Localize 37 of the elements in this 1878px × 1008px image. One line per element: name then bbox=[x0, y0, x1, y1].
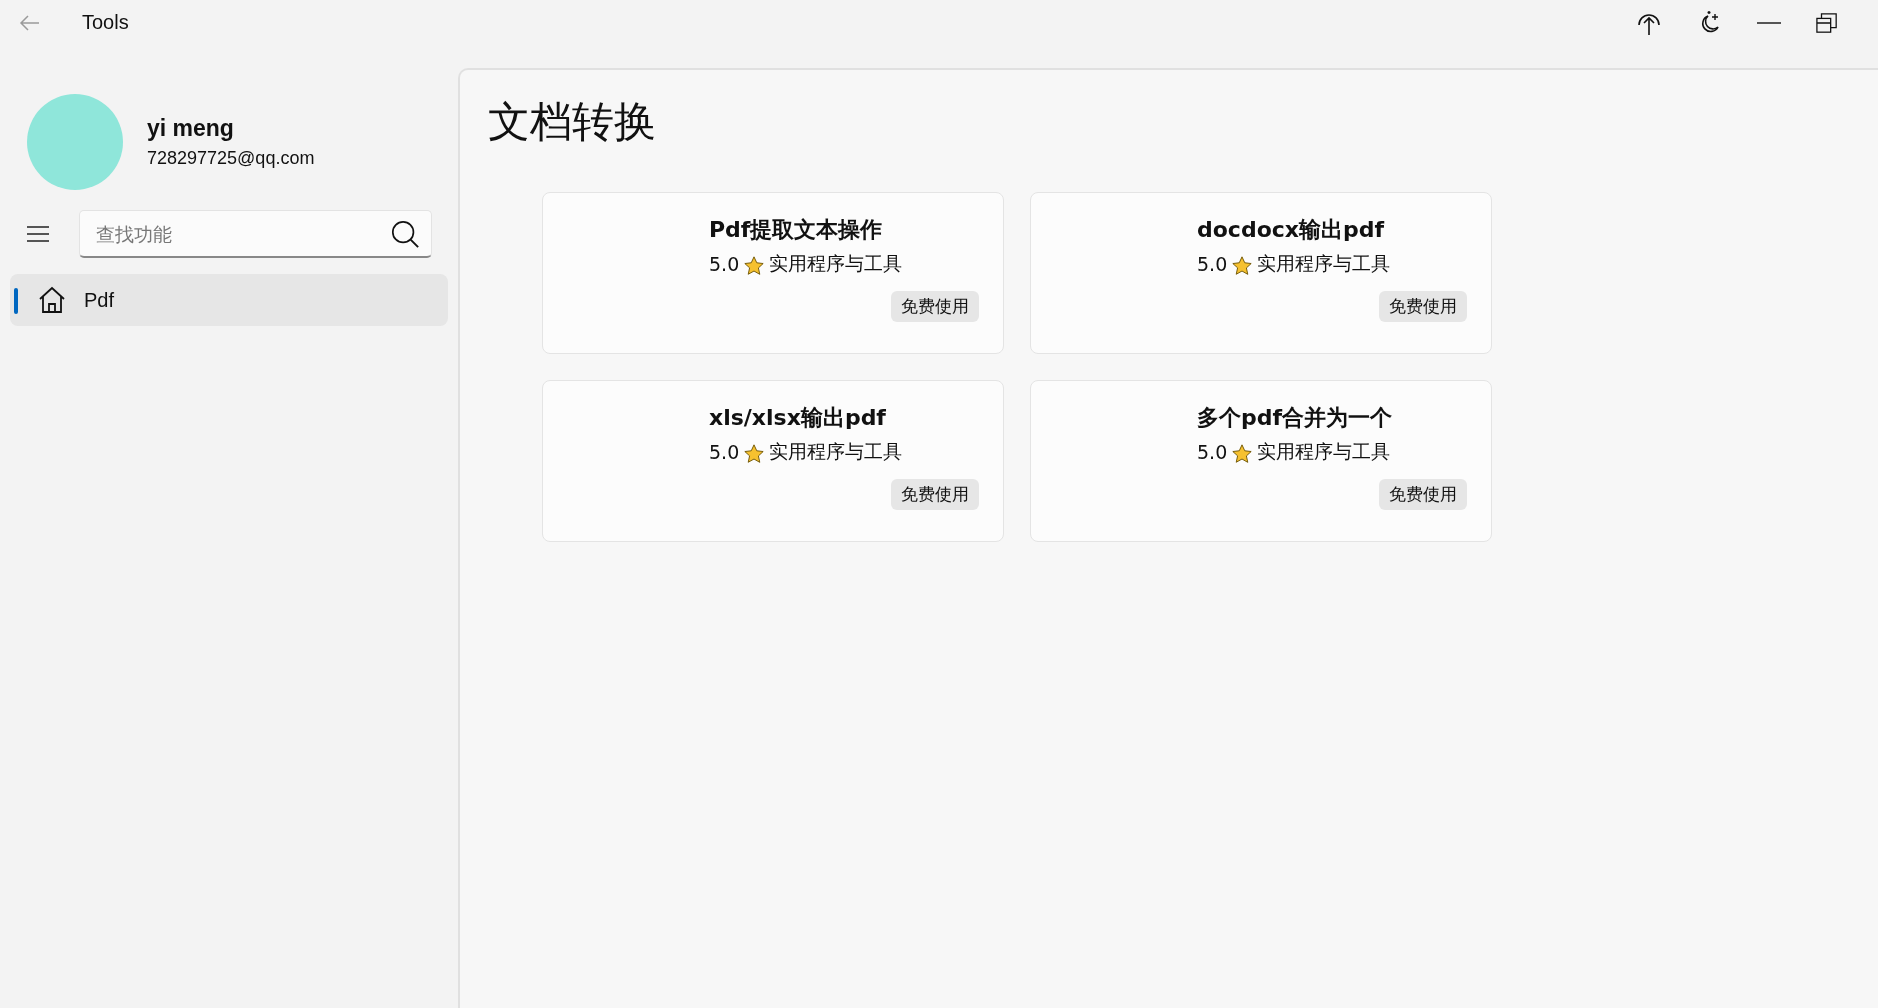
rating-value: 5.0 bbox=[709, 441, 740, 463]
category-label: 实用程序与工具 bbox=[769, 251, 903, 276]
rating-value: 5.0 bbox=[709, 253, 740, 275]
tool-card[interactable]: 多个pdf合并为一个 5.0 实用程序与工具 免费使用 bbox=[1030, 380, 1492, 542]
free-use-button[interactable]: 免费使用 bbox=[891, 291, 979, 322]
page-heading: 文档转换 bbox=[488, 96, 657, 148]
tool-card[interactable]: docdocx输出pdf 5.0 实用程序与工具 免费使用 bbox=[1030, 192, 1492, 354]
star-icon bbox=[743, 255, 766, 277]
category-label: 实用程序与工具 bbox=[1257, 439, 1391, 464]
tool-card[interactable]: xls/xlsx输出pdf 5.0 实用程序与工具 免费使用 bbox=[542, 380, 1004, 542]
minimize-icon[interactable] bbox=[1756, 20, 1782, 25]
rating-value: 5.0 bbox=[1197, 253, 1228, 275]
search-icon[interactable] bbox=[390, 219, 420, 249]
free-use-button[interactable]: 免费使用 bbox=[1379, 479, 1467, 510]
window-title: Tools bbox=[82, 11, 129, 34]
card-title: xls/xlsx输出pdf bbox=[709, 404, 887, 432]
nav-item[interactable]: Pdf bbox=[10, 274, 448, 326]
card-title: Pdf提取文本操作 bbox=[709, 216, 884, 244]
star-icon bbox=[743, 443, 766, 465]
free-use-button[interactable]: 免费使用 bbox=[1379, 291, 1467, 322]
star-icon bbox=[1231, 443, 1254, 465]
search-field[interactable]: 查找功能 bbox=[79, 210, 432, 258]
card-title: docdocx输出pdf bbox=[1197, 216, 1386, 244]
user-email: 728297725@qq.com bbox=[147, 148, 315, 169]
category-label: 实用程序与工具 bbox=[1257, 251, 1391, 276]
category-label: 实用程序与工具 bbox=[769, 439, 903, 464]
free-use-button[interactable]: 免费使用 bbox=[891, 479, 979, 510]
user-name: yi meng bbox=[147, 115, 235, 142]
tool-card[interactable]: Pdf提取文本操作 5.0 实用程序与工具 免费使用 bbox=[542, 192, 1004, 354]
star-icon bbox=[1231, 255, 1254, 277]
nav-label: Pdf bbox=[84, 288, 115, 312]
selection-indicator bbox=[14, 288, 18, 314]
card-title: 多个pdf合并为一个 bbox=[1197, 404, 1394, 432]
restore-icon[interactable] bbox=[1816, 11, 1838, 34]
home-icon bbox=[38, 286, 66, 314]
menu-icon[interactable] bbox=[27, 226, 49, 242]
rating-value: 5.0 bbox=[1197, 441, 1228, 463]
